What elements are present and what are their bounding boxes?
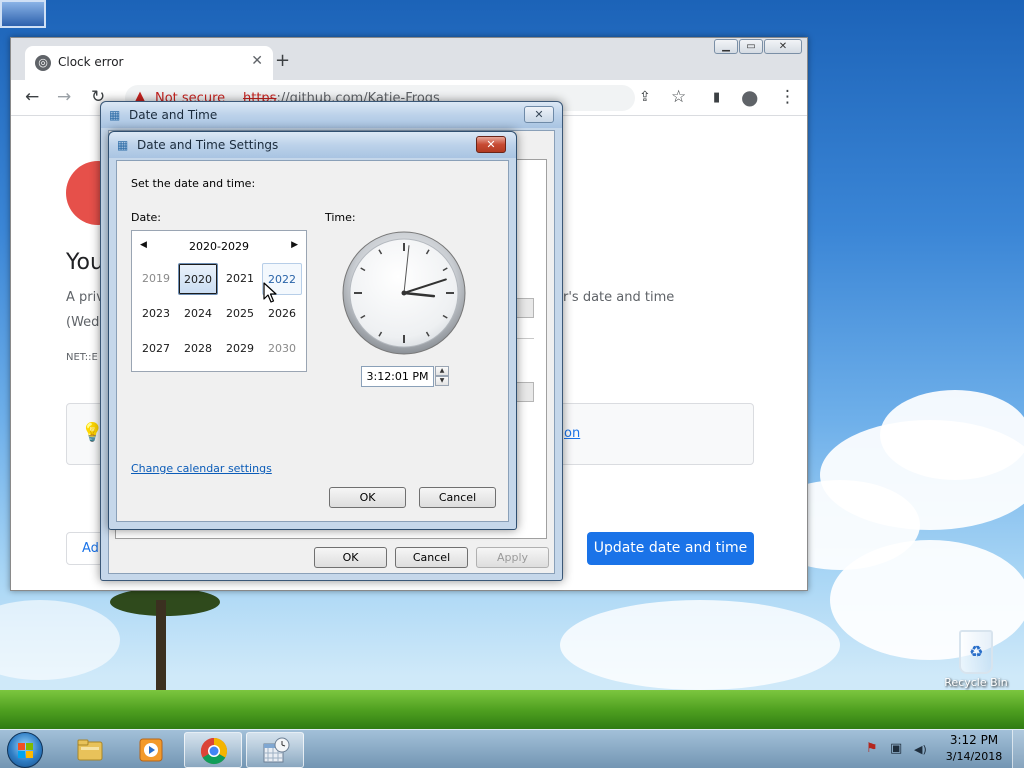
forward-icon[interactable]: → xyxy=(57,87,71,107)
maximize-button[interactable]: ▭ xyxy=(739,39,763,54)
calendar-clock-icon xyxy=(263,737,290,763)
bookmark-star-icon[interactable]: ☆ xyxy=(671,87,686,107)
tab-clock-error[interactable]: ◎ Clock error ✕ xyxy=(25,46,273,80)
date-time-settings-titlebar[interactable]: ▦ Date and Time Settings ✕ xyxy=(109,132,516,158)
time-input[interactable]: 3:12:01 PM xyxy=(361,366,434,387)
error-description-tail: r's date and time xyxy=(563,290,675,305)
calendar-year-cell[interactable]: 2021 xyxy=(220,263,260,295)
recycle-bin-label: Recycle Bin xyxy=(944,676,1008,689)
set-date-time-prompt: Set the date and time: xyxy=(131,177,256,190)
calendar-next-arrow[interactable]: ▶ xyxy=(291,240,298,250)
calendar-year-cell[interactable]: 2024 xyxy=(178,298,218,330)
globe-icon: ◎ xyxy=(35,55,51,71)
taskbar-chrome[interactable] xyxy=(184,732,242,768)
calendar-year-cell[interactable]: 2029 xyxy=(220,333,260,365)
tab-title: Clock error xyxy=(58,55,124,69)
calendar-year-cell[interactable]: 2019 xyxy=(136,263,176,295)
cloud xyxy=(880,390,1024,480)
taskbar-clock-date[interactable]: 3/14/2018 xyxy=(944,750,1004,763)
calendar-year-cell[interactable]: 2020 xyxy=(178,263,218,295)
dialog-close-button[interactable]: ✕ xyxy=(476,136,506,153)
cancel-button[interactable]: Cancel xyxy=(395,547,468,568)
minimize-button[interactable]: ▁ xyxy=(714,39,738,54)
folder-icon xyxy=(77,739,103,761)
share-icon[interactable]: ⇪ xyxy=(639,89,651,105)
volume-icon[interactable]: ◀) xyxy=(914,743,927,756)
calendar-year-cell[interactable]: 2028 xyxy=(178,333,218,365)
chrome-icon xyxy=(200,737,228,765)
calendar-year-cell[interactable]: 2030 xyxy=(262,333,302,365)
error-description: A priv xyxy=(66,290,104,305)
computer-icon[interactable] xyxy=(0,0,46,28)
change-calendar-settings-link[interactable]: Change calendar settings xyxy=(131,462,272,475)
date-and-time-close-button[interactable]: ✕ xyxy=(524,106,554,123)
taskbar-media-player[interactable] xyxy=(122,732,180,768)
time-spin-down-button[interactable]: ▼ xyxy=(435,376,449,386)
error-description-date: (Wed xyxy=(66,315,100,330)
grass xyxy=(0,690,1024,730)
taskbar: ⚑ ▣ ◀) 3:12 PM 3/14/2018 xyxy=(0,729,1024,768)
clock-center xyxy=(401,290,407,296)
date-label: Date: xyxy=(131,211,161,224)
settings-ok-button[interactable]: OK xyxy=(329,487,406,508)
calendar-year-cell[interactable]: 2025 xyxy=(220,298,260,330)
time-spin-up-button[interactable]: ▲ xyxy=(435,366,449,376)
calendar: ◀ 2020-2029 ▶ 2019 2020 2021 2022 2023 2024 20… xyxy=(131,230,307,372)
action-center-flag-icon[interactable]: ⚑ xyxy=(866,741,878,756)
show-desktop-button[interactable] xyxy=(1012,730,1024,768)
cloud xyxy=(0,600,120,680)
dialog-title: Date and Time Settings xyxy=(137,138,279,152)
calendar-year-cell[interactable]: 2027 xyxy=(136,333,176,365)
apply-button[interactable]: Apply xyxy=(476,547,549,568)
taskbar-explorer[interactable] xyxy=(61,732,119,768)
side-panel-icon[interactable]: ▮ xyxy=(713,90,720,105)
profile-avatar-icon[interactable]: ● xyxy=(741,85,758,109)
tree-trunk xyxy=(156,600,166,695)
windows-logo-icon xyxy=(18,743,33,758)
time-label: Time: xyxy=(325,211,356,224)
date-time-settings-dialog: ▦ Date and Time Settings ✕ Set the date … xyxy=(108,131,517,530)
back-icon[interactable]: ← xyxy=(25,87,39,107)
ok-button[interactable]: OK xyxy=(314,547,387,568)
analog-clock xyxy=(342,231,466,355)
calendar-clock-icon: ▦ xyxy=(109,108,121,122)
calendar-year-cell[interactable]: 2023 xyxy=(136,298,176,330)
recycle-bin-glyph xyxy=(959,630,993,674)
taskbar-date-time[interactable] xyxy=(246,732,304,768)
menu-icon[interactable]: ⋮ xyxy=(779,87,796,107)
recycle-bin-icon[interactable]: Recycle Bin xyxy=(940,630,1012,689)
start-button[interactable] xyxy=(7,732,43,768)
tab-close-icon[interactable]: ✕ xyxy=(251,53,263,69)
window-title: Date and Time xyxy=(129,108,218,122)
update-date-time-button[interactable]: Update date and time xyxy=(587,532,754,565)
error-code: NET::E xyxy=(66,352,98,363)
mouse-cursor-icon xyxy=(263,282,277,303)
chrome-tabbar: ◎ Clock error ✕ + ▁ ▭ ✕ xyxy=(11,38,807,80)
error-heading: You xyxy=(66,250,104,275)
date-time-settings-client: Set the date and time: Date: Time: ◀ 202… xyxy=(116,160,509,522)
date-and-time-titlebar[interactable]: ▦ Date and Time ✕ xyxy=(101,102,562,128)
calendar-decade-header[interactable]: 2020-2029 xyxy=(132,240,306,253)
calendar-clock-icon: ▦ xyxy=(117,138,129,152)
system-tray: ⚑ ▣ ◀) xyxy=(862,738,942,762)
settings-cancel-button[interactable]: Cancel xyxy=(419,487,496,508)
media-player-icon xyxy=(139,738,163,762)
window-close-button[interactable]: ✕ xyxy=(764,39,802,54)
cloud xyxy=(560,600,840,690)
taskbar-clock-time[interactable]: 3:12 PM xyxy=(944,733,1004,747)
network-icon[interactable]: ▣ xyxy=(890,741,902,756)
new-tab-button[interactable]: + xyxy=(275,50,290,71)
tip-link[interactable]: on xyxy=(564,426,580,441)
